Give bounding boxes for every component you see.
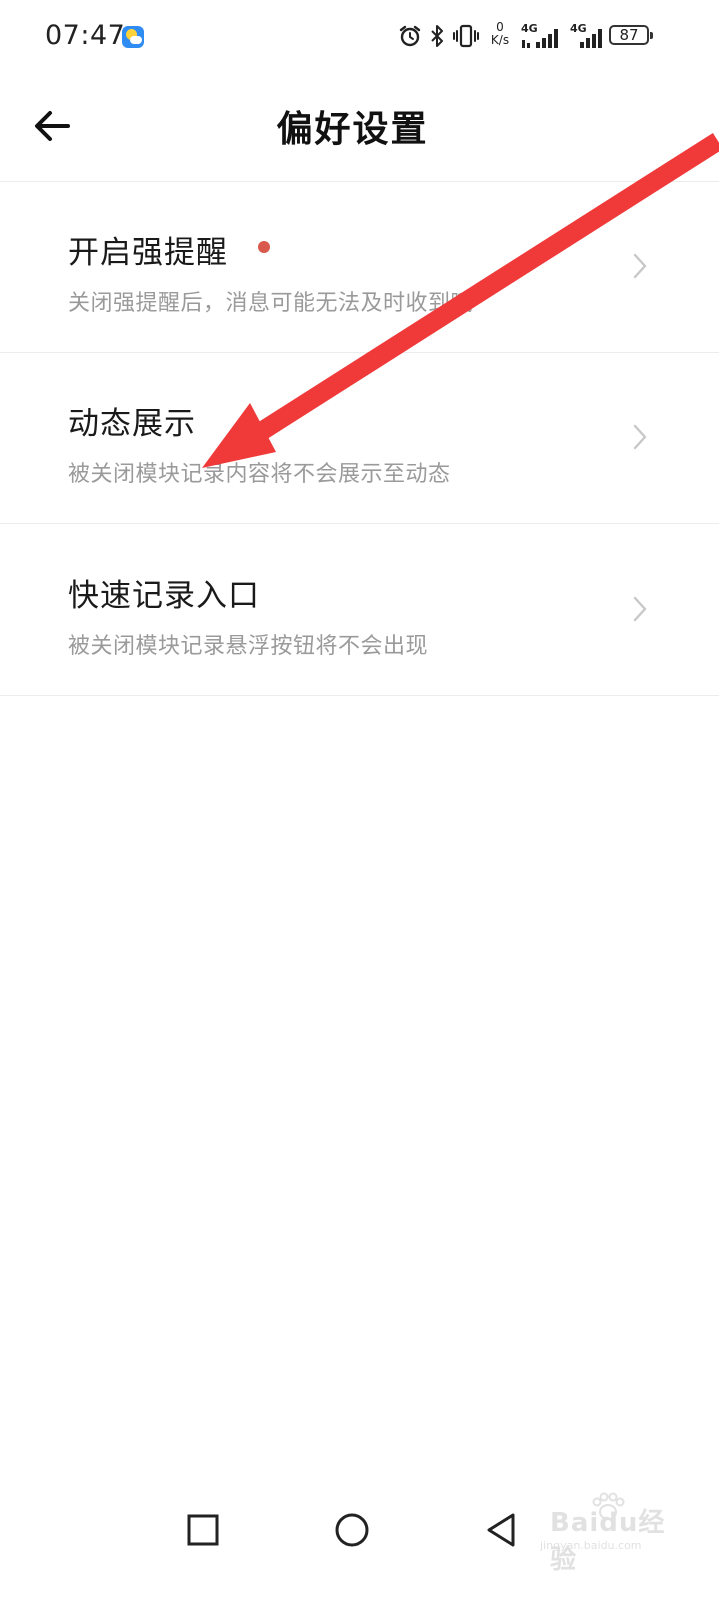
chevron-right-icon xyxy=(633,253,647,279)
status-bar: 07:47 0 K/s 4G 4G 87 xyxy=(0,0,719,70)
app-header: 偏好设置 xyxy=(0,70,719,182)
red-dot-badge xyxy=(258,241,270,253)
divider xyxy=(0,523,719,524)
signal-icon xyxy=(522,29,558,48)
chevron-right-icon xyxy=(633,424,647,450)
battery-icon: 87 xyxy=(609,25,649,45)
network-speed-unit: K/s xyxy=(490,33,510,47)
setting-feed-display[interactable]: 动态展示 被关闭模块记录内容将不会展示至动态 xyxy=(0,353,719,524)
setting-title: 快速记录入口 xyxy=(68,578,260,614)
back-triangle-icon[interactable] xyxy=(482,1510,522,1550)
recent-apps-square-icon[interactable] xyxy=(183,1510,223,1550)
setting-quick-record-entry[interactable]: 快速记录入口 被关闭模块记录悬浮按钮将不会出现 xyxy=(0,525,719,696)
vibrate-icon xyxy=(453,24,479,48)
watermark-url: jingyan.baidu.com xyxy=(540,1539,642,1552)
battery-level: 87 xyxy=(619,26,639,44)
bluetooth-icon xyxy=(431,25,443,47)
signal-icon xyxy=(580,29,602,48)
divider xyxy=(0,695,719,696)
home-circle-icon[interactable] xyxy=(332,1510,372,1550)
setting-strong-reminder[interactable]: 开启强提醒 关闭强提醒后，消息可能无法及时收到哦 xyxy=(0,182,719,353)
battery-cap xyxy=(650,32,653,39)
alarm-icon xyxy=(399,25,421,47)
setting-description: 被关闭模块记录内容将不会展示至动态 xyxy=(68,462,451,487)
setting-description: 被关闭模块记录悬浮按钮将不会出现 xyxy=(68,634,429,659)
baidu-watermark: Baidu经验 jingyan.baidu.com xyxy=(538,1492,678,1575)
network-speed: 0 K/s xyxy=(487,21,513,47)
page-title: 偏好设置 xyxy=(276,109,429,150)
weather-app-icon xyxy=(122,26,144,48)
setting-title: 动态展示 xyxy=(68,406,196,442)
status-time: 07:47 xyxy=(45,20,126,51)
chevron-right-icon xyxy=(633,596,647,622)
setting-title: 开启强提醒 xyxy=(68,235,228,271)
setting-description: 关闭强提醒后，消息可能无法及时收到哦 xyxy=(68,291,474,316)
